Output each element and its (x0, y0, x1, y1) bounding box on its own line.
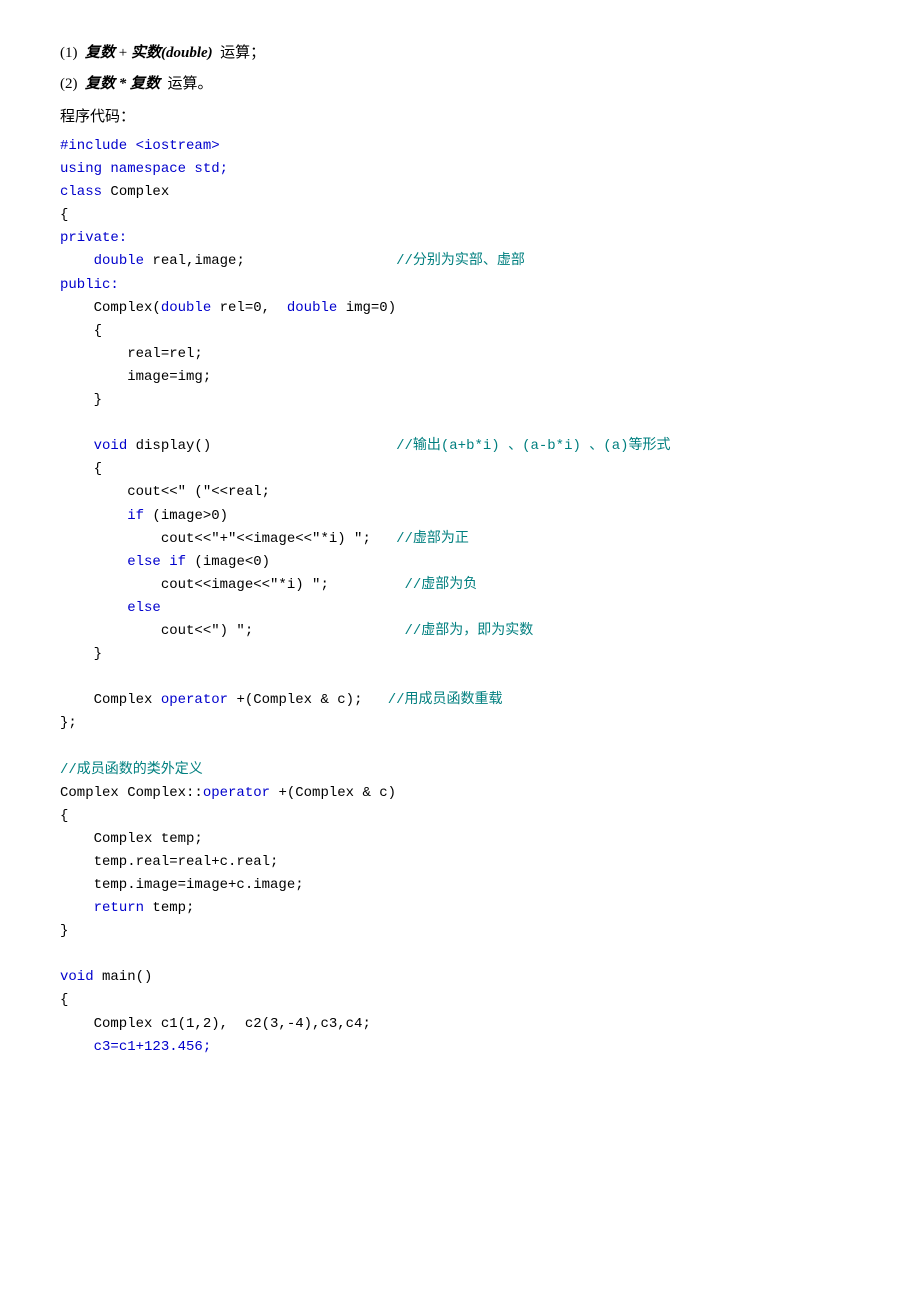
code-line-10: real=rel; (60, 343, 860, 366)
code-line-31: return temp; (60, 897, 860, 920)
code-line-15: cout<<" ("<<real; (60, 481, 860, 504)
intro-line1: (1) 复数 + 实数(double) 运算； (60, 40, 860, 67)
code-line-13: void display() //输出(a+b*i) 、(a-b*i) 、(a)… (60, 435, 860, 458)
code-line-22: } (60, 643, 860, 666)
code-line-4: { (60, 204, 860, 227)
code-line-6: double real,image; //分别为实部、虚部 (60, 250, 860, 273)
code-line-21: cout<<") "; //虚部为，即为实数 (60, 620, 860, 643)
code-line-11: image=img; (60, 366, 860, 389)
code-line-18: else if (image<0) (60, 551, 860, 574)
code-line-34: { (60, 989, 860, 1012)
intro-line2: (2) 复数 * 复数 运算。 (60, 71, 860, 98)
code-line-blank2 (60, 666, 860, 689)
code-line-30: temp.image=image+c.image; (60, 874, 860, 897)
code-line-20: else (60, 597, 860, 620)
code-line-blank4 (60, 943, 860, 966)
code-line-1: #include <iostream> (60, 135, 860, 158)
code-line-28: Complex temp; (60, 828, 860, 851)
code-line-33: void main() (60, 966, 860, 989)
code-line-29: temp.real=real+c.real; (60, 851, 860, 874)
code-line-23: Complex operator +(Complex & c); //用成员函数… (60, 689, 860, 712)
code-section: #include <iostream> using namespace std;… (60, 135, 860, 1059)
code-line-25: //成员函数的类外定义 (60, 759, 860, 782)
code-line-24: }; (60, 712, 860, 735)
code-line-7: public: (60, 274, 860, 297)
code-line-35: Complex c1(1,2), c2(3,-4),c3,c4; (60, 1013, 860, 1036)
intro-section: (1) 复数 + 实数(double) 运算； (2) 复数 * 复数 运算。 … (60, 40, 860, 131)
code-line-5: private: (60, 227, 860, 250)
code-line-27: { (60, 805, 860, 828)
code-line-8: Complex(double rel=0, double img=0) (60, 297, 860, 320)
code-line-19: cout<<image<<"*i) "; //虚部为负 (60, 574, 860, 597)
code-label: 程序代码： (60, 104, 860, 131)
intro-line2-content: (2) 复数 * 复数 运算。 (60, 76, 213, 92)
code-line-blank1 (60, 412, 860, 435)
code-line-14: { (60, 458, 860, 481)
code-line-2: using namespace std; (60, 158, 860, 181)
code-line-17: cout<<"+"<<image<<"*i) "; //虚部为正 (60, 528, 860, 551)
code-line-blank3 (60, 735, 860, 758)
intro-line1-prefix: (1) 复数 + 实数(double) 运算； (60, 45, 265, 61)
code-line-32: } (60, 920, 860, 943)
page-container: (1) 复数 + 实数(double) 运算； (2) 复数 * 复数 运算。 … (60, 40, 860, 1059)
code-line-16: if (image>0) (60, 505, 860, 528)
code-line-9: { (60, 320, 860, 343)
code-line-12: } (60, 389, 860, 412)
code-line-36: c3=c1+123.456; (60, 1036, 860, 1059)
code-line-3: class Complex (60, 181, 860, 204)
code-line-26: Complex Complex::operator +(Complex & c) (60, 782, 860, 805)
